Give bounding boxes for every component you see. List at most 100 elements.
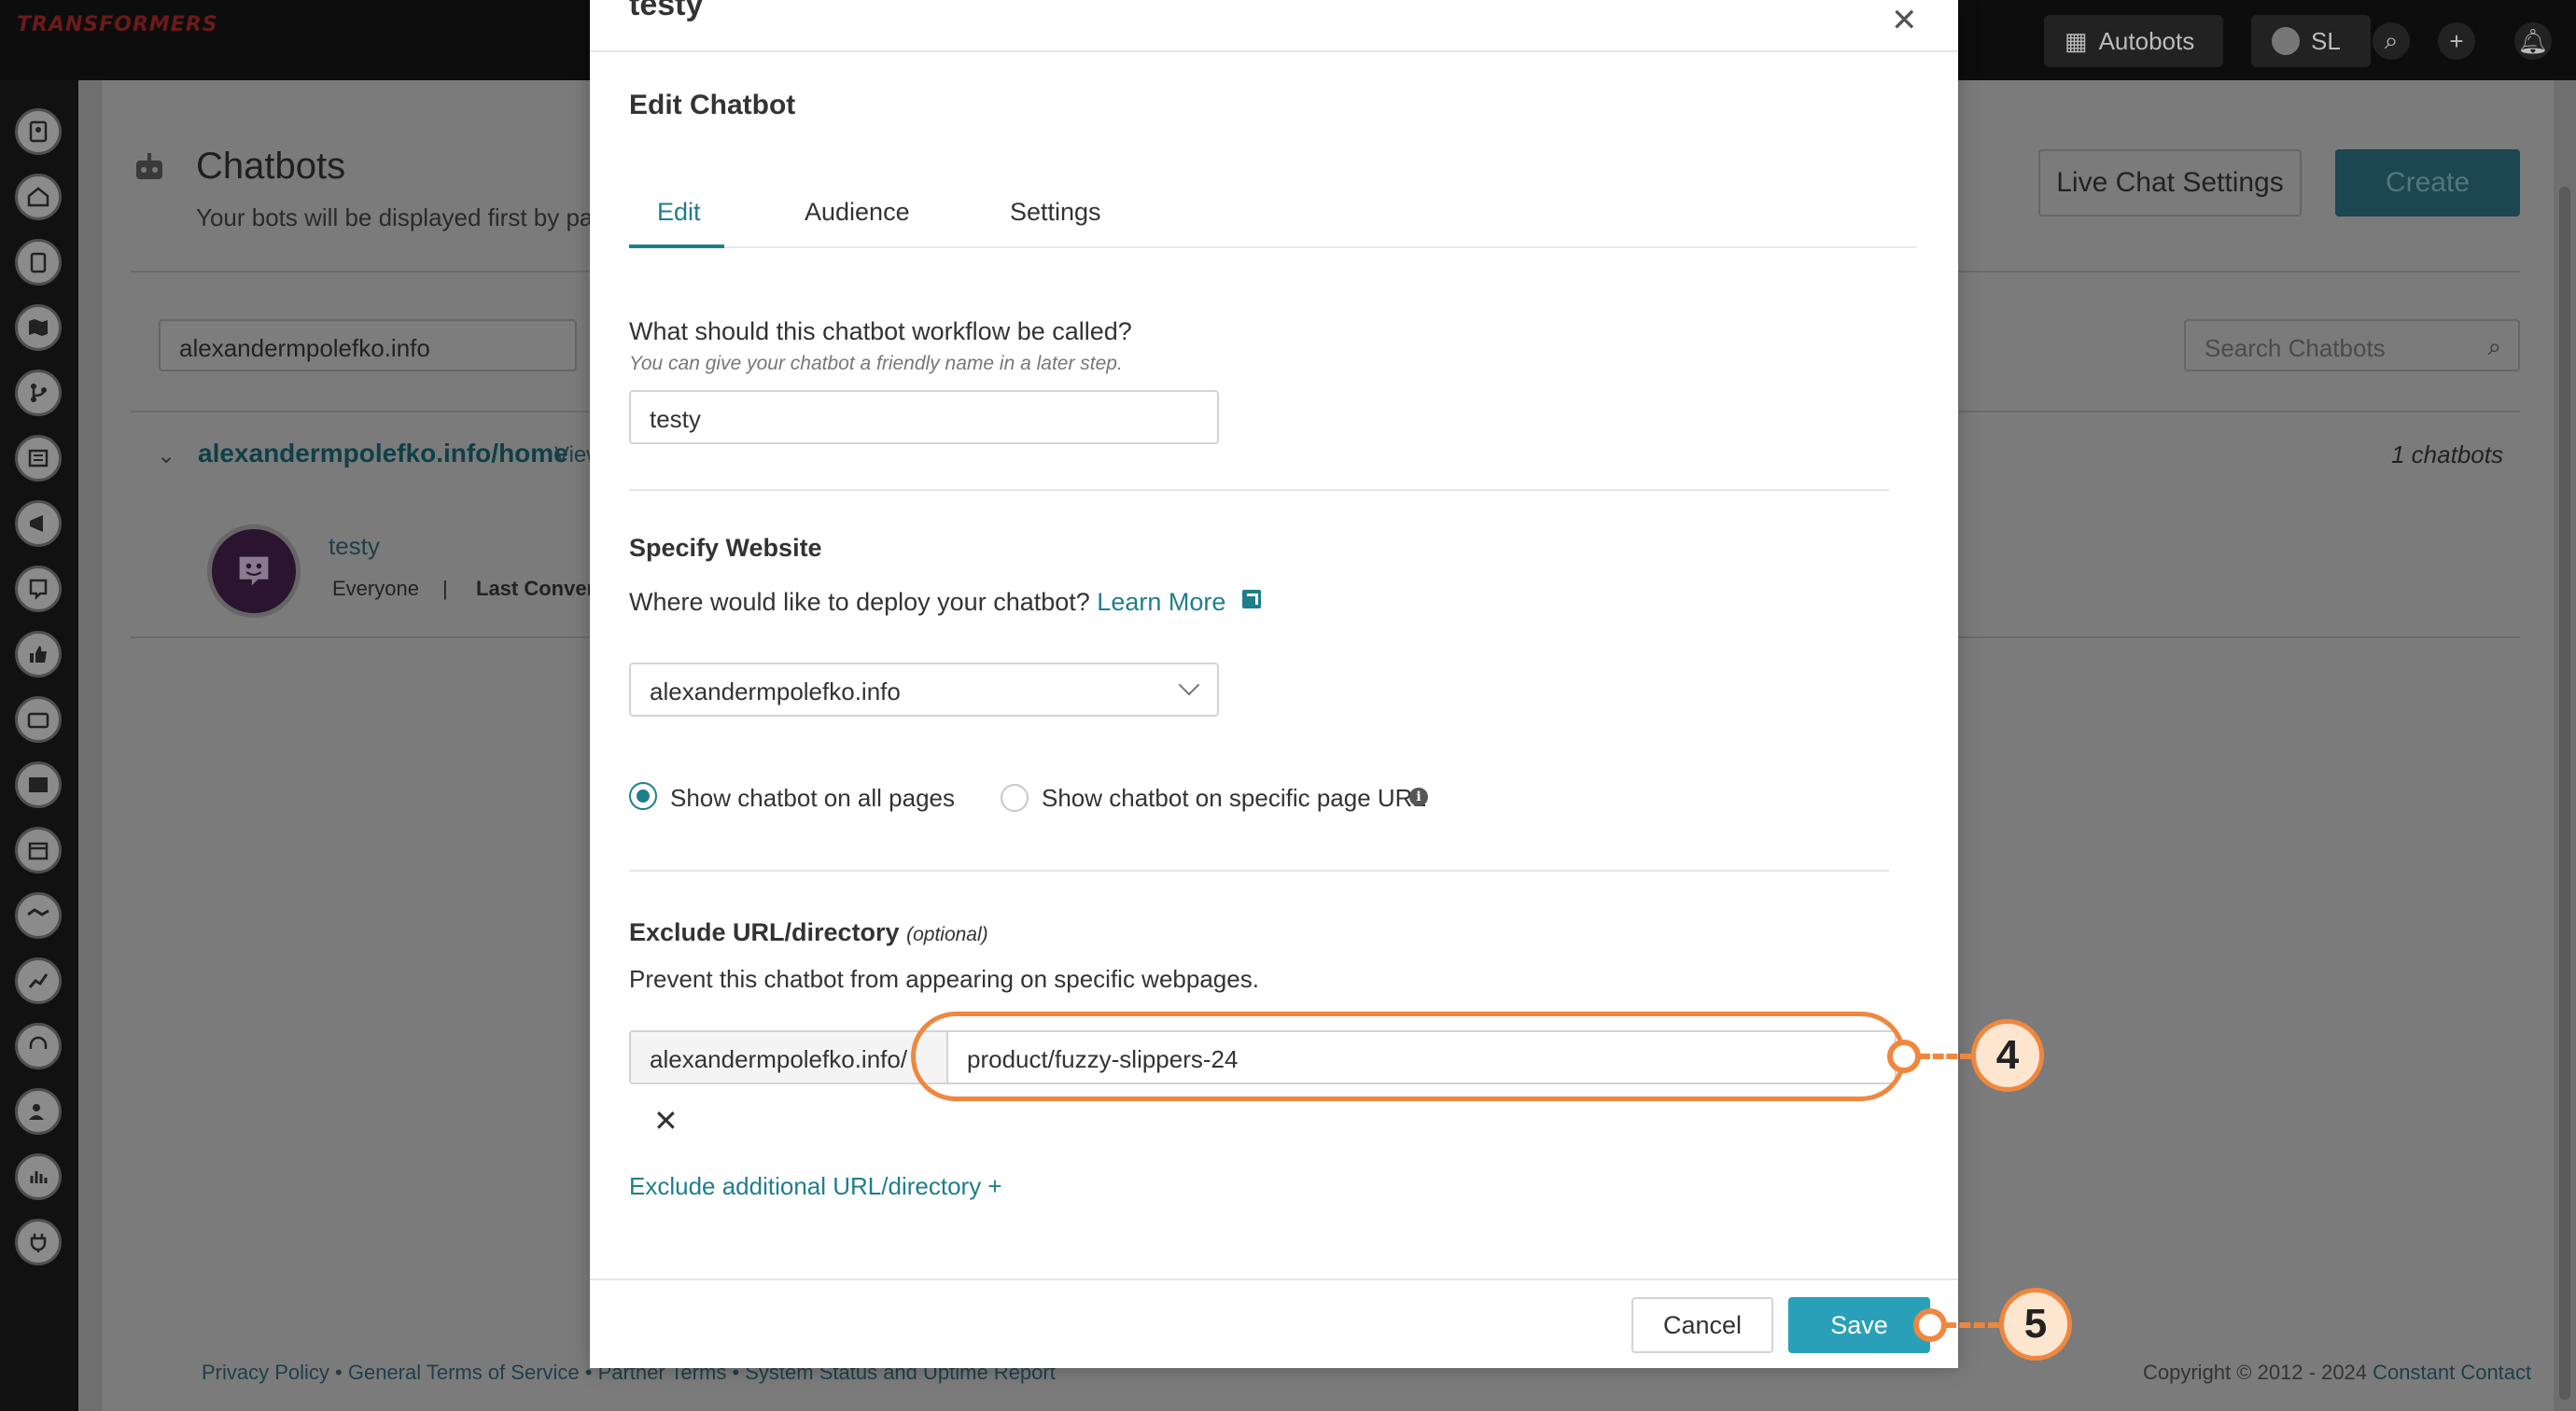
exclude-url-prefix: alexandermpolefko.info/	[629, 1030, 948, 1084]
site-filter-select[interactable]: alexandermpolefko.info	[159, 319, 577, 371]
radio-specific-page[interactable]	[1001, 784, 1029, 812]
chatbot-icon[interactable]	[15, 566, 62, 612]
name-hint: You can give your chatbot a friendly nam…	[629, 353, 1123, 374]
tv-icon[interactable]	[15, 696, 62, 743]
page-title: Chatbots	[196, 146, 346, 187]
callout-step-5: 5	[1999, 1288, 2072, 1361]
tabs-rule	[629, 246, 1917, 248]
search-chatbots-input[interactable]: Search Chatbots ⌕	[2184, 319, 2520, 371]
info-icon[interactable]: i	[1409, 788, 1428, 806]
trend-chart-icon[interactable]	[15, 957, 62, 1004]
headset-icon[interactable]	[15, 1023, 62, 1069]
specify-website-title: Specify Website	[629, 534, 822, 562]
chatbot-name-input[interactable]: testy	[629, 390, 1219, 444]
list-icon[interactable]	[15, 435, 62, 482]
workspace-switcher-button[interactable]: ▦ Autobots	[2044, 15, 2223, 67]
edit-chatbot-modal: testy ✕ Edit Chatbot Edit Audience Setti…	[590, 0, 1958, 1368]
search-placeholder: Search Chatbots	[2205, 334, 2386, 362]
add-exclude-link[interactable]: Exclude additional URL/directory +	[629, 1172, 1002, 1201]
thumbs-up-icon[interactable]	[15, 631, 62, 678]
callout-connector	[1945, 1322, 1999, 1328]
site-group-link[interactable]: alexandermpolefko.info/home	[198, 439, 568, 468]
map-icon[interactable]	[15, 304, 62, 351]
avatar-icon	[2272, 27, 2300, 55]
deploy-question-text: Where would like to deploy your chatbot?	[629, 588, 1090, 616]
modal-title: testy	[629, 0, 704, 22]
copyright-text: Copyright © 2012 - 2024	[2143, 1361, 2368, 1384]
radio-all-pages-label[interactable]: Show chatbot on all pages	[670, 784, 955, 813]
tab-settings[interactable]: Settings	[1010, 198, 1101, 227]
deploy-question: Where would like to deploy your chatbot?…	[629, 588, 1261, 617]
name-question: What should this chatbot workflow be cal…	[629, 317, 1132, 345]
chatbot-name[interactable]: testy	[329, 532, 380, 561]
handshake-icon[interactable]	[15, 892, 62, 939]
chatbot-avatar	[207, 524, 301, 618]
building-icon: ▦	[2065, 26, 2088, 55]
close-icon[interactable]: ✕	[1891, 2, 1918, 39]
plus-icon[interactable]: +	[2438, 22, 2475, 60]
user-initials: SL	[2311, 26, 2341, 55]
copyright: Copyright © 2012 - 2024 Constant Contact	[2143, 1361, 2531, 1385]
chatbot-name-value: testy	[650, 405, 701, 433]
branch-icon[interactable]	[15, 370, 62, 416]
chatbot-last-conversation: Last Convers	[476, 577, 607, 600]
brand-link[interactable]: Constant Contact	[2373, 1361, 2531, 1384]
live-chat-settings-button[interactable]: Live Chat Settings	[2038, 149, 2302, 217]
brand-logo[interactable]: TRANSFORMERS	[17, 13, 218, 62]
save-button[interactable]: Save	[1788, 1297, 1930, 1353]
search-icon[interactable]: ⌕	[2373, 22, 2410, 60]
exclude-description: Prevent this chatbot from appearing on s…	[629, 965, 1259, 993]
callout-anchor-dot	[1887, 1040, 1921, 1073]
chevron-down-icon	[1178, 674, 1200, 696]
cancel-button[interactable]: Cancel	[1631, 1297, 1773, 1353]
website-select[interactable]: alexandermpolefko.info	[629, 663, 1219, 717]
tab-edit[interactable]: Edit	[657, 198, 701, 227]
callout-highlight-url-input	[911, 1012, 1906, 1101]
exclude-title: Exclude URL/directory	[629, 918, 900, 946]
chevron-down-icon[interactable]: ⌄	[157, 442, 175, 469]
divider	[629, 870, 1889, 872]
search-icon: ⌕	[2487, 332, 2501, 360]
divider	[629, 489, 1889, 491]
exclude-title-row: Exclude URL/directory (optional)	[629, 918, 988, 947]
logo-text: TRANSFORMERS	[17, 13, 218, 36]
left-sidebar: ⚙	[0, 80, 78, 1411]
radio-specific-page-label[interactable]: Show chatbot on specific page URL	[1042, 784, 1426, 813]
modal-heading: Edit Chatbot	[629, 90, 796, 120]
external-link-icon[interactable]	[1241, 590, 1261, 608]
active-tab-indicator	[629, 244, 724, 248]
image-icon[interactable]	[15, 761, 62, 808]
callout-step-4: 4	[1971, 1019, 2044, 1092]
plug-icon[interactable]	[15, 1219, 62, 1265]
divider	[590, 50, 1958, 52]
radio-all-pages[interactable]	[629, 782, 657, 810]
clipboard-icon[interactable]	[15, 239, 62, 286]
callout-connector	[1919, 1054, 1971, 1059]
site-filter-value: alexandermpolefko.info	[179, 334, 430, 362]
robot-icon	[131, 149, 168, 187]
chatbot-face-icon	[239, 556, 269, 586]
create-button[interactable]: Create	[2335, 149, 2520, 217]
divider	[590, 1278, 1958, 1280]
chatbot-audience: Everyone	[332, 577, 419, 600]
user-menu-button[interactable]: SL	[2251, 15, 2371, 67]
calendar-icon[interactable]	[15, 827, 62, 873]
optional-tag: (optional)	[906, 924, 988, 945]
learn-more-link[interactable]: Learn More	[1097, 588, 1225, 616]
page-gutter-left	[78, 80, 103, 1411]
chatbot-count: 1 chatbots	[2391, 440, 2503, 468]
tab-audience[interactable]: Audience	[805, 198, 910, 227]
notification-bell-icon[interactable]: 🔔︎	[2514, 22, 2552, 60]
separator: |	[442, 577, 448, 600]
page-subtitle: Your bots will be displayed first by pag…	[196, 203, 621, 231]
inbox-icon[interactable]	[15, 174, 62, 220]
workspace-label: Autobots	[2098, 26, 2195, 55]
contacts-icon[interactable]	[15, 108, 62, 155]
website-select-value: alexandermpolefko.info	[650, 678, 901, 706]
megaphone-icon[interactable]	[15, 500, 62, 547]
user-star-icon[interactable]	[15, 1088, 62, 1135]
bar-chart-icon[interactable]	[15, 1153, 62, 1200]
remove-icon[interactable]: ✕	[653, 1103, 679, 1139]
callout-anchor-dot	[1913, 1308, 1947, 1342]
page-scrollbar-thumb[interactable]	[2559, 187, 2570, 1400]
